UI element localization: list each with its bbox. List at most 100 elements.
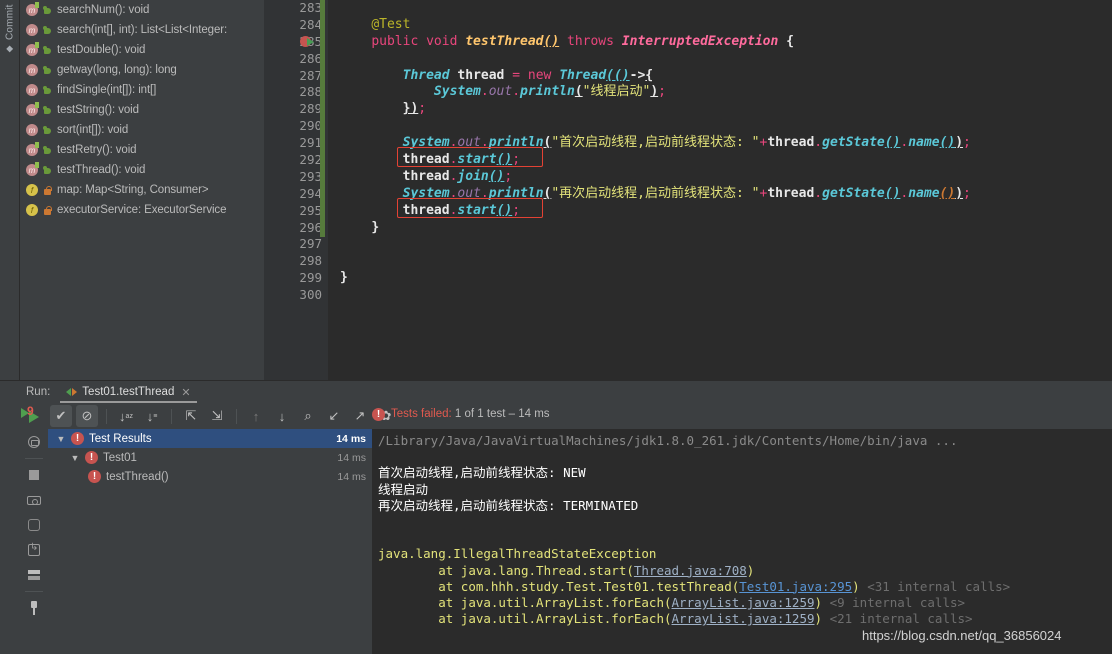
sort-by-duration-button[interactable]: ↓ ≡ [141,405,163,427]
import-tests-button[interactable]: ↙ [323,405,345,427]
line-number: 283 [299,0,322,15]
toolbar-divider [106,408,107,424]
vcs-change-marker[interactable] [320,0,325,237]
line-number: 290 [299,118,322,134]
code-line: } [340,270,348,286]
stack-internal: <31 internal calls> [859,578,1011,594]
prev-failed-button[interactable]: ↑ [245,405,267,427]
console-spacer [378,530,1112,546]
export-tests-button[interactable]: ↗ [349,405,371,427]
console-spacer [378,449,1112,465]
error-icon: ! [372,407,385,421]
method-icon: m [26,162,39,176]
code-line: public void testThread() throws Interrup… [371,33,794,49]
public-visibility-icon [43,45,52,56]
close-icon[interactable]: ✕ [181,386,190,399]
collapse-all-button[interactable]: ⇲ [206,405,228,427]
list-item[interactable]: m search(int[], int): List<List<Integer: [20,20,264,40]
export-button[interactable] [25,541,43,559]
line-number: 289 [299,101,322,117]
table-row[interactable]: ▼ ! Test Results 14 ms [48,429,372,448]
public-visibility-icon [43,5,52,16]
sidebar-item-commit[interactable]: ◆ Commit [0,4,20,90]
toolbar-divider [236,408,237,424]
line-number: 298 [299,253,322,269]
console-output[interactable]: /Library/Java/JavaVirtualMachines/jdk1.8… [372,429,1112,654]
debug-button[interactable] [25,516,43,534]
public-visibility-icon [43,85,52,96]
list-item-label: findSingle(int[]): int[] [57,84,157,96]
public-visibility-icon [43,25,52,36]
code-line: Thread thread = new Thread(()->{ [402,67,654,83]
show-passed-toggle[interactable]: ✔ [50,405,72,427]
list-item[interactable]: m testString(): void [20,100,264,120]
list-item[interactable]: m sort(int[]): void [20,120,264,140]
table-row[interactable]: ▼ ! Test01 14 ms [48,448,372,467]
line-number: 284 [299,16,322,32]
field-icon: f [26,204,38,216]
structure-panel[interactable]: m searchNum(): void m search(int[], int)… [20,0,264,380]
list-item[interactable]: m findSingle(int[]): int[] [20,80,264,100]
code-editor[interactable]: 283 284 285 286 287 288 289 290 291 292 … [264,0,1112,380]
expand-all-button[interactable]: ⇱ [180,405,202,427]
code-line: System.out.println("首次启动线程,启动前线程状态: "+th… [402,135,971,151]
next-failed-button[interactable]: ↓ [271,405,293,427]
tree-item-label: Test Results [89,432,152,445]
code-line: @Test [371,16,411,32]
screenshot-button[interactable] [25,491,43,509]
console-stack-line: at java.util.ArrayList.forEach(ArrayList… [378,595,1112,611]
chevron-down-icon[interactable]: ▼ [56,434,66,444]
editor-gutter[interactable]: 283 284 285 286 287 288 289 290 291 292 … [264,0,328,380]
list-item[interactable]: f executorService: ExecutorService [20,200,264,220]
hide-ignored-toggle[interactable]: ⊘ [76,405,98,427]
stack-link[interactable]: Thread.java:708 [634,563,747,578]
public-visibility-icon [43,105,52,116]
error-icon: ! [85,451,98,464]
method-icon: m [26,84,38,96]
public-visibility-icon [43,165,52,176]
search-button[interactable]: ⌕ [297,405,319,427]
list-item-label: map: Map<String, Consumer> [57,184,209,196]
list-item[interactable]: m getway(long, long): long [20,60,264,80]
run-label: Run: [26,386,51,398]
public-visibility-icon [43,125,52,136]
method-icon: m [26,142,39,156]
commit-label: Commit [4,4,16,40]
list-item[interactable]: m testDouble(): void [20,40,264,60]
toggle-auto-test-button[interactable] [25,433,43,451]
method-icon: m [26,2,39,16]
tree-item-duration: 14 ms [337,470,366,483]
sort-alphabetically-button[interactable]: ↓ az [115,405,137,427]
line-number: 295 [299,202,322,218]
list-item-label: testThread(): void [57,164,146,176]
breakpoint-run-icon[interactable] [300,36,314,47]
chevron-down-icon[interactable]: ▼ [70,453,80,463]
code-line: thread.start(); [402,202,521,218]
list-item[interactable]: m searchNum(): void [20,0,264,20]
stack-link[interactable]: ArrayList.java:1259 [672,611,815,626]
table-row[interactable]: ! testThread() 14 ms [48,467,372,486]
list-item[interactable]: m testRetry(): void [20,140,264,160]
editor-code-area[interactable]: @Test public void testThread() throws In… [340,0,1112,380]
tree-item-label: Test01 [103,451,137,464]
list-item[interactable]: f map: Map<String, Consumer> [20,180,264,200]
stack-post: ) [814,594,823,610]
stop-button[interactable] [25,466,43,484]
line-number: 292 [299,152,322,168]
private-lock-icon [43,205,52,216]
stack-link[interactable]: Test01.java:295 [739,579,852,594]
tab-test01-testthread[interactable]: Test01.testThread ✕ [60,381,197,403]
console-stack-line: at java.lang.Thread.start(Thread.java:70… [378,563,1112,579]
stack-prefix: at java.util.ArrayList.forEach( [378,594,672,610]
list-item[interactable]: m testThread(): void [20,160,264,180]
pin-tab-button[interactable] [25,599,43,617]
test-results-tree[interactable]: ▼ ! Test Results 14 ms ▼ ! Test01 14 ms … [48,429,372,654]
line-number: 296 [299,219,322,235]
rerun-failed-tests-button[interactable]: 9 [20,404,38,422]
code-line: System.out.println("线程启动"); [433,84,666,100]
layout-button[interactable] [25,566,43,584]
stack-link[interactable]: ArrayList.java:1259 [672,595,815,610]
stack-prefix: at com.hhh.study.Test.Test01.testThread( [378,578,740,594]
